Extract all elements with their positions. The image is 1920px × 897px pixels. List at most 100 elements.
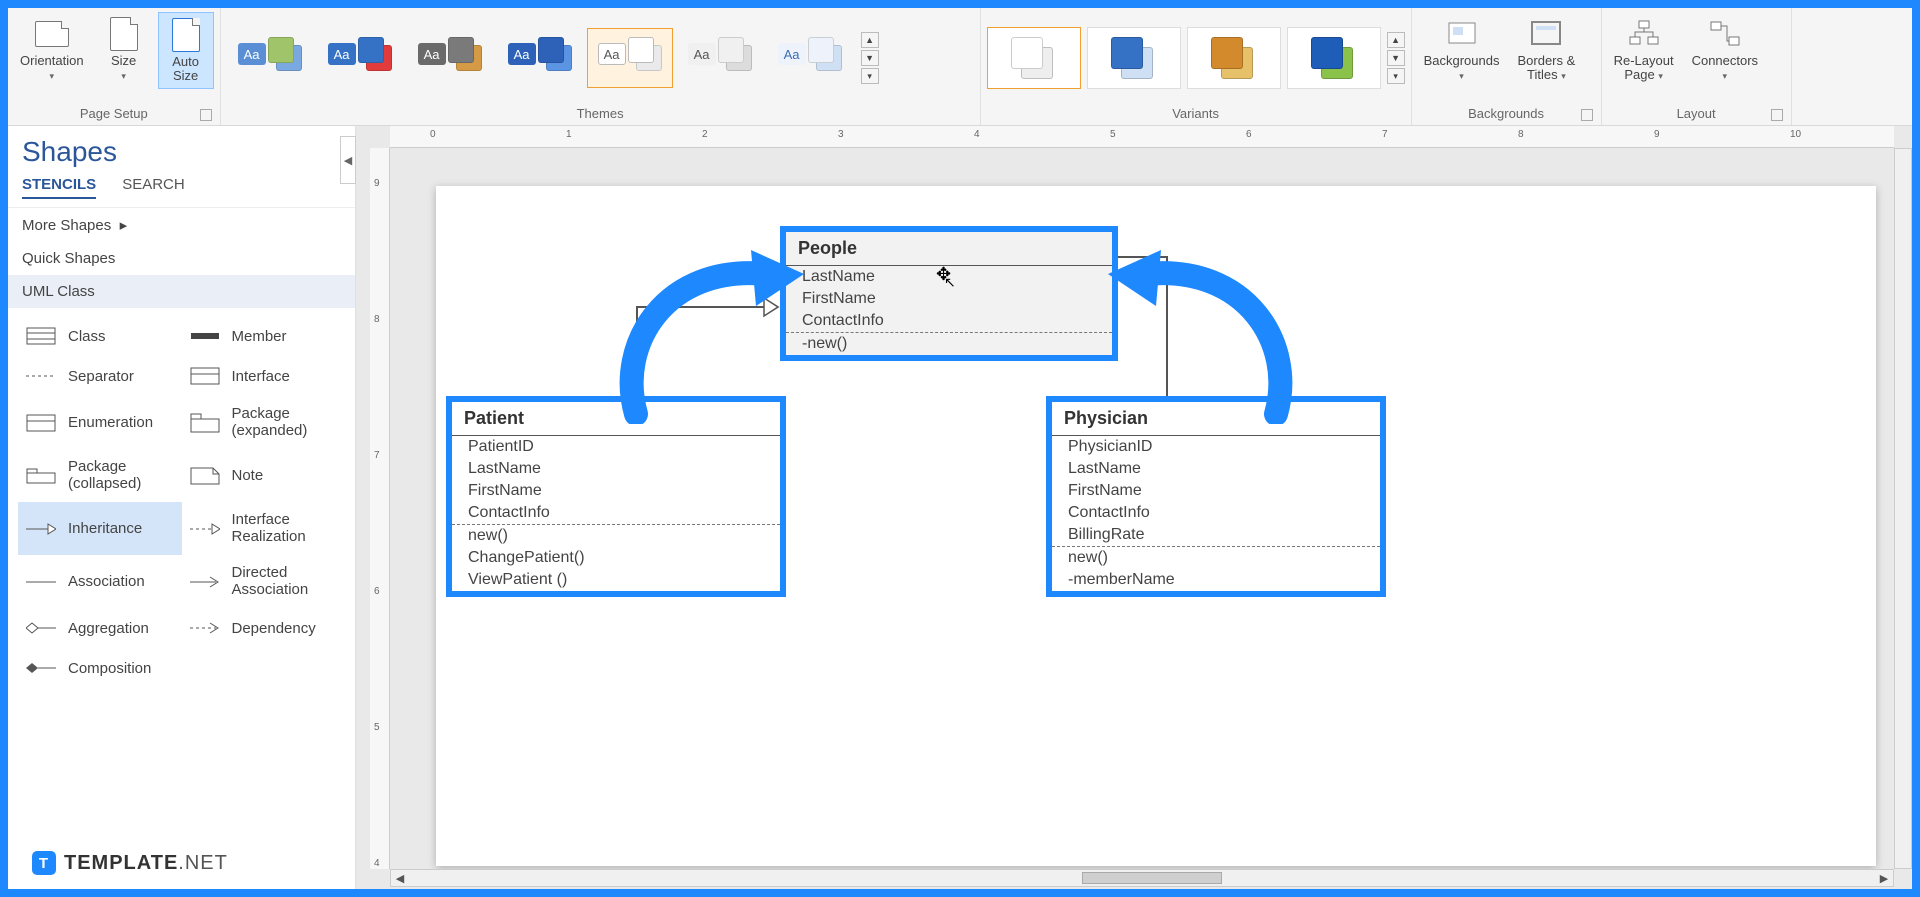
uml-operation: new() [1052, 547, 1380, 569]
auto-size-label: Auto Size [172, 55, 199, 84]
backgrounds-button[interactable]: Backgrounds▾ [1418, 12, 1506, 87]
inheritance-connector[interactable] [636, 306, 766, 308]
shape-association[interactable]: Association [18, 555, 182, 608]
theme-swatch[interactable]: Aa [227, 28, 313, 88]
orientation-icon [32, 16, 72, 52]
uml-attribute: LastName [786, 266, 1112, 288]
collapse-panel-handle[interactable]: ◀ [340, 136, 356, 184]
shape-package-expanded[interactable]: Package (expanded) [182, 396, 346, 449]
variant-swatch-selected[interactable] [987, 27, 1081, 89]
orientation-button[interactable]: Orientation▾ [14, 12, 90, 87]
backgrounds-group-label: Backgrounds [1468, 106, 1544, 121]
shape-label: Directed Association [232, 565, 309, 598]
inheritance-connector[interactable] [1166, 256, 1168, 396]
shape-label: Package (expanded) [232, 406, 308, 439]
dialog-launcher-icon[interactable] [1581, 109, 1593, 121]
tab-stencils[interactable]: STENCILS [22, 176, 96, 199]
borders-label: Borders & Titles [1517, 53, 1575, 82]
shape-composition[interactable]: Composition [18, 648, 182, 688]
uml-class-physician[interactable]: Physician PhysicianID LastName FirstName… [1046, 396, 1386, 597]
shape-label: Interface Realization [232, 512, 306, 545]
chevron-down-icon: ▾ [1658, 71, 1663, 81]
ruler-horizontal: 012345678910 [390, 126, 1894, 148]
uml-operation: -new() [786, 333, 1112, 355]
theme-swatch[interactable]: Aa [407, 28, 493, 88]
inheritance-arrowhead-outline [762, 296, 782, 318]
horizontal-scrollbar[interactable]: ◀ ▶ [390, 869, 1894, 887]
shape-interface-realization[interactable]: Interface Realization [182, 502, 346, 555]
uml-attribute: FirstName [452, 480, 780, 502]
uml-class-stencil-row[interactable]: UML Class [8, 275, 355, 308]
variant-swatch[interactable] [1287, 27, 1381, 89]
canvas[interactable]: 012345678910 987654 People LastName Firs… [356, 126, 1912, 889]
uml-operation: ViewPatient () [452, 569, 780, 591]
connectors-label: Connectors [1692, 53, 1758, 68]
uml-attribute: ContactInfo [452, 502, 780, 524]
scroll-thumb[interactable] [1082, 872, 1222, 884]
shape-label: Member [232, 328, 287, 345]
layout-group-label: Layout [1677, 106, 1716, 121]
shape-interface[interactable]: Interface [182, 356, 346, 396]
variant-swatch[interactable] [1087, 27, 1181, 89]
shape-aggregation[interactable]: Aggregation [18, 608, 182, 648]
dialog-launcher-icon[interactable] [200, 109, 212, 121]
theme-swatch[interactable]: Aa [767, 28, 853, 88]
scroll-right-arrow[interactable]: ▶ [1875, 872, 1893, 885]
ribbon-group-themes: Aa Aa Aa Aa Aa Aa Aa ▲ ▼ ▾ Themes [221, 8, 981, 125]
shape-class[interactable]: Class [18, 316, 182, 356]
vertical-scrollbar[interactable] [1894, 148, 1912, 869]
watermark-brand: TEMPLATE [64, 852, 178, 874]
themes-gallery-spinner[interactable]: ▲ ▼ ▾ [861, 32, 879, 84]
ribbon-group-layout: Re-Layout Page ▾ Connectors ▾ Layout [1602, 8, 1792, 125]
uml-attribute: LastName [452, 458, 780, 480]
shape-dependency[interactable]: Dependency [182, 608, 346, 648]
backgrounds-icon [1442, 16, 1482, 52]
shape-directed-association[interactable]: Directed Association [182, 555, 346, 608]
auto-size-icon [166, 17, 206, 53]
more-shapes-row[interactable]: More Shapes ▸ [8, 208, 355, 242]
uml-class-people[interactable]: People LastName FirstName ContactInfo -n… [780, 226, 1118, 361]
uml-operation: ChangePatient() [452, 547, 780, 569]
shape-separator[interactable]: Separator [18, 356, 182, 396]
auto-size-button[interactable]: Auto Size [158, 12, 214, 89]
shapes-panel: Shapes STENCILS SEARCH More Shapes ▸ Qui… [8, 126, 356, 889]
quick-shapes-row[interactable]: Quick Shapes [8, 242, 355, 275]
shape-label: Package (collapsed) [68, 459, 141, 492]
connectors-icon [1705, 16, 1745, 52]
shape-label: Association [68, 573, 145, 590]
theme-swatch-selected[interactable]: Aa [587, 28, 673, 88]
drawing-page[interactable]: People LastName FirstName ContactInfo -n… [436, 186, 1876, 866]
inheritance-connector[interactable] [636, 306, 638, 396]
tab-search[interactable]: SEARCH [122, 176, 185, 199]
dialog-launcher-icon[interactable] [1771, 109, 1783, 121]
uml-attribute: FirstName [786, 288, 1112, 310]
chevron-down-icon: ▾ [1723, 71, 1728, 81]
shape-inheritance[interactable]: Inheritance [18, 502, 182, 555]
watermark-logo-icon: T [32, 851, 56, 875]
shape-member[interactable]: Member [182, 316, 346, 356]
ribbon-group-page-setup: Orientation▾ Size▾ Auto Size Page Setup [8, 8, 221, 125]
theme-swatch[interactable]: Aa [497, 28, 583, 88]
shapes-tabs: STENCILS SEARCH [8, 170, 355, 208]
ribbon: Orientation▾ Size▾ Auto Size Page Setup … [8, 8, 1912, 126]
relayout-icon [1624, 16, 1664, 52]
chevron-right-icon: ▸ [120, 217, 128, 234]
connectors-button[interactable]: Connectors ▾ [1686, 12, 1764, 87]
size-button[interactable]: Size▾ [96, 12, 152, 87]
variants-gallery-spinner[interactable]: ▲ ▼ ▾ [1387, 32, 1405, 84]
borders-titles-button[interactable]: Borders & Titles ▾ [1511, 12, 1581, 87]
ruler-vertical: 987654 [370, 148, 390, 869]
uml-attribute: FirstName [1052, 480, 1380, 502]
theme-swatch[interactable]: Aa [677, 28, 763, 88]
scroll-left-arrow[interactable]: ◀ [391, 872, 409, 885]
variant-swatch[interactable] [1187, 27, 1281, 89]
shape-note[interactable]: Note [182, 449, 346, 502]
theme-swatch[interactable]: Aa [317, 28, 403, 88]
shape-package-collapsed[interactable]: Package (collapsed) [18, 449, 182, 502]
shape-label: Separator [68, 368, 134, 385]
shape-enumeration[interactable]: Enumeration [18, 396, 182, 449]
shape-grid: Class Member Separator Interface Enumera… [8, 308, 355, 696]
uml-class-patient[interactable]: Patient PatientID LastName FirstName Con… [446, 396, 786, 597]
relayout-page-button[interactable]: Re-Layout Page ▾ [1608, 12, 1680, 87]
shape-label: Class [68, 328, 106, 345]
